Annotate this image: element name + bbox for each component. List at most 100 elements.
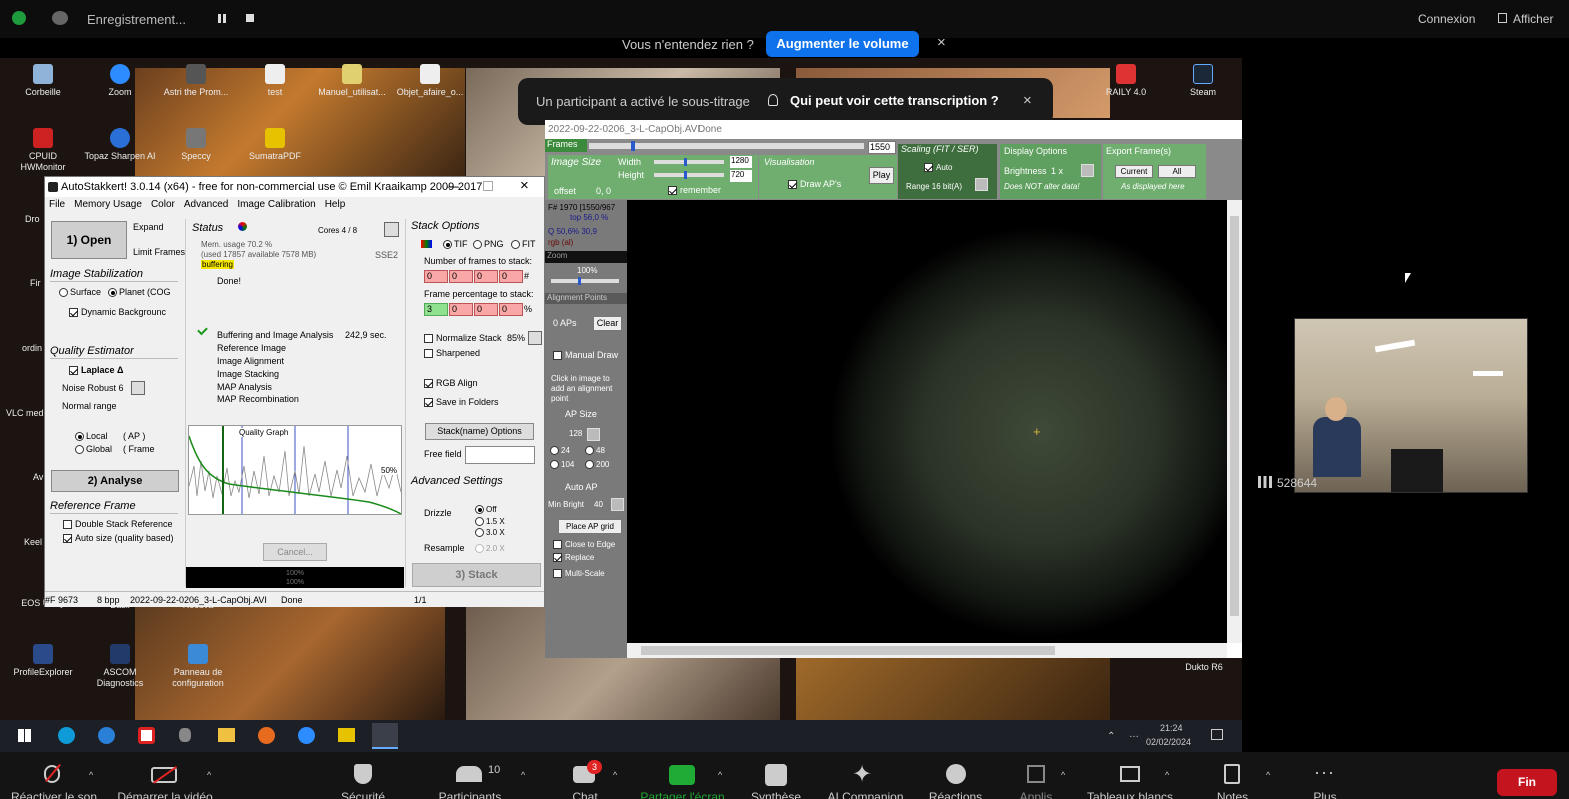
security-shield-icon[interactable] [354, 764, 372, 784]
radio[interactable] [475, 505, 484, 515]
cancel-button[interactable]: Cancel... [263, 543, 327, 561]
desktop-icon[interactable]: ProfileExplorer [7, 644, 79, 678]
clear-aps-button[interactable]: Clear [593, 316, 622, 331]
multi-scale-checkbox[interactable]: Multi-Scale [553, 569, 605, 579]
desktop-icon[interactable]: ASCOM Diagnostics [84, 644, 156, 689]
radio[interactable] [475, 544, 484, 554]
drizzle-30-radio[interactable]: 3.0 X [475, 528, 505, 538]
close-icon[interactable]: × [520, 177, 529, 194]
planet-radio[interactable]: Planet (COG [108, 287, 171, 298]
ap-200-radio[interactable]: 200 [585, 460, 609, 470]
ai-sparkle-icon[interactable]: ✦ [852, 760, 872, 789]
participant-video[interactable] [1294, 318, 1528, 493]
auto-size-checkbox[interactable]: Auto size (quality based) [63, 533, 174, 544]
desktop-icon[interactable]: Topaz Sharpen AI [84, 128, 156, 162]
participants-label[interactable]: Participants [430, 790, 510, 799]
place-ap-grid-button[interactable]: Place AP grid [558, 519, 622, 534]
mic-chevron-icon[interactable]: ^ [89, 770, 93, 780]
caption-close-icon[interactable]: × [1023, 92, 1032, 109]
share-screen-label[interactable]: Partager l'écran [630, 790, 735, 799]
manual-draw-checkbox[interactable]: Manual Draw [553, 350, 618, 361]
zoom-slider[interactable] [551, 277, 619, 285]
desktop-icon[interactable]: Dukto R6 [1168, 662, 1240, 673]
mute-label[interactable]: Réactiver le son [4, 790, 104, 799]
desktop-icon[interactable]: CPUID HWMonitor [7, 128, 79, 173]
checkbox[interactable] [553, 540, 562, 550]
scroll-thumb[interactable] [1230, 216, 1239, 616]
whiteboard-chevron-icon[interactable]: ^ [1165, 770, 1169, 780]
resample-20-radio[interactable]: 2.0 X [475, 544, 505, 554]
fpct-field[interactable]: 3 [424, 303, 448, 316]
stop-icon[interactable] [246, 14, 254, 22]
height-slider[interactable] [654, 171, 724, 179]
participants-chevron-icon[interactable]: ^ [521, 770, 525, 780]
start-icon[interactable] [18, 729, 31, 742]
desktop-icon[interactable]: Panneau de configuration [162, 644, 234, 689]
menu-advanced[interactable]: Advanced [184, 199, 228, 210]
menu-file[interactable]: File [49, 199, 65, 210]
desktop-icon[interactable]: Speccy [160, 128, 232, 162]
export-all-button[interactable]: All [1158, 165, 1196, 178]
dynamic-background-checkbox[interactable]: Dynamic Backgrounc [69, 307, 166, 318]
local-radio[interactable]: Local [75, 431, 108, 442]
share-screen-icon[interactable] [669, 765, 695, 785]
app-icon[interactable] [138, 727, 155, 744]
nframes-field[interactable]: 0 [424, 270, 448, 283]
vertical-scrollbar[interactable] [1227, 200, 1242, 643]
connect-link[interactable]: Connexion [1418, 12, 1475, 26]
radio[interactable] [511, 240, 520, 250]
expand-button[interactable]: Expand [133, 222, 164, 232]
zoom-icon[interactable] [298, 727, 315, 744]
desktop-icon[interactable]: RAILY 4.0 [1090, 64, 1162, 98]
notes-label[interactable]: Notes [1205, 790, 1260, 799]
increase-volume-button[interactable]: Augmenter le volume [766, 31, 919, 57]
tif-radio[interactable]: TIF [443, 239, 468, 250]
free-field-input[interactable] [465, 446, 535, 464]
menu-calibration[interactable]: Image Calibration [237, 199, 315, 210]
banner-close-icon[interactable]: × [937, 34, 946, 51]
radio[interactable] [443, 240, 452, 250]
global-radio[interactable]: Global [75, 444, 112, 455]
whiteboards-label[interactable]: Tableaux blancs [1080, 790, 1180, 799]
summary-label[interactable]: Synthèse [746, 790, 806, 799]
play-button[interactable]: Play [869, 167, 894, 184]
app-icon[interactable] [98, 727, 115, 744]
laplace-checkbox[interactable]: Laplace Δ [69, 365, 124, 376]
chat-chevron-icon[interactable]: ^ [613, 770, 617, 780]
radio[interactable] [108, 288, 117, 298]
minimize-icon[interactable]: — [447, 179, 459, 193]
radio[interactable] [585, 446, 594, 456]
stackname-options-button[interactable]: Stack(name) Options [425, 423, 534, 440]
slider-thumb[interactable] [631, 141, 635, 151]
width-slider[interactable] [654, 158, 724, 166]
desktop-icon[interactable]: SumatraPDF [239, 128, 311, 162]
share-chevron-icon[interactable]: ^ [718, 770, 722, 780]
maximize-icon[interactable] [483, 181, 493, 191]
limit-frames-button[interactable]: Limit Frames [133, 247, 185, 257]
stack-button[interactable]: 3) Stack [412, 563, 541, 587]
frames-value[interactable]: 1550 [868, 141, 896, 154]
checkbox[interactable] [788, 180, 797, 190]
ap-104-radio[interactable]: 104 [550, 460, 574, 470]
export-current-button[interactable]: Current [1115, 165, 1153, 178]
desktop-icon[interactable]: test [239, 64, 311, 98]
notes-chevron-icon[interactable]: ^ [1266, 770, 1270, 780]
security-label[interactable]: Sécurité [323, 790, 403, 799]
display-button[interactable]: Afficher [1513, 12, 1553, 26]
radio[interactable] [75, 445, 84, 455]
fpct-field[interactable]: 0 [499, 303, 523, 316]
drizzle-15-radio[interactable]: 1.5 X [475, 517, 505, 527]
ap-24-radio[interactable]: 24 [550, 446, 570, 456]
save-folders-checkbox[interactable]: Save in Folders [424, 397, 499, 408]
desktop-icon[interactable]: Objet_afaire_o... [394, 64, 466, 98]
radio[interactable] [473, 240, 482, 250]
horizontal-scrollbar[interactable] [627, 643, 1227, 658]
sumatra-icon[interactable] [338, 728, 355, 742]
png-radio[interactable]: PNG [473, 239, 504, 250]
notes-icon[interactable] [1224, 764, 1240, 784]
width-value[interactable]: 1280 [730, 156, 752, 168]
edge-icon[interactable] [58, 727, 75, 744]
ap-size-stepper[interactable] [587, 428, 600, 441]
checkbox[interactable] [424, 349, 433, 359]
noise-stepper[interactable] [131, 381, 145, 395]
